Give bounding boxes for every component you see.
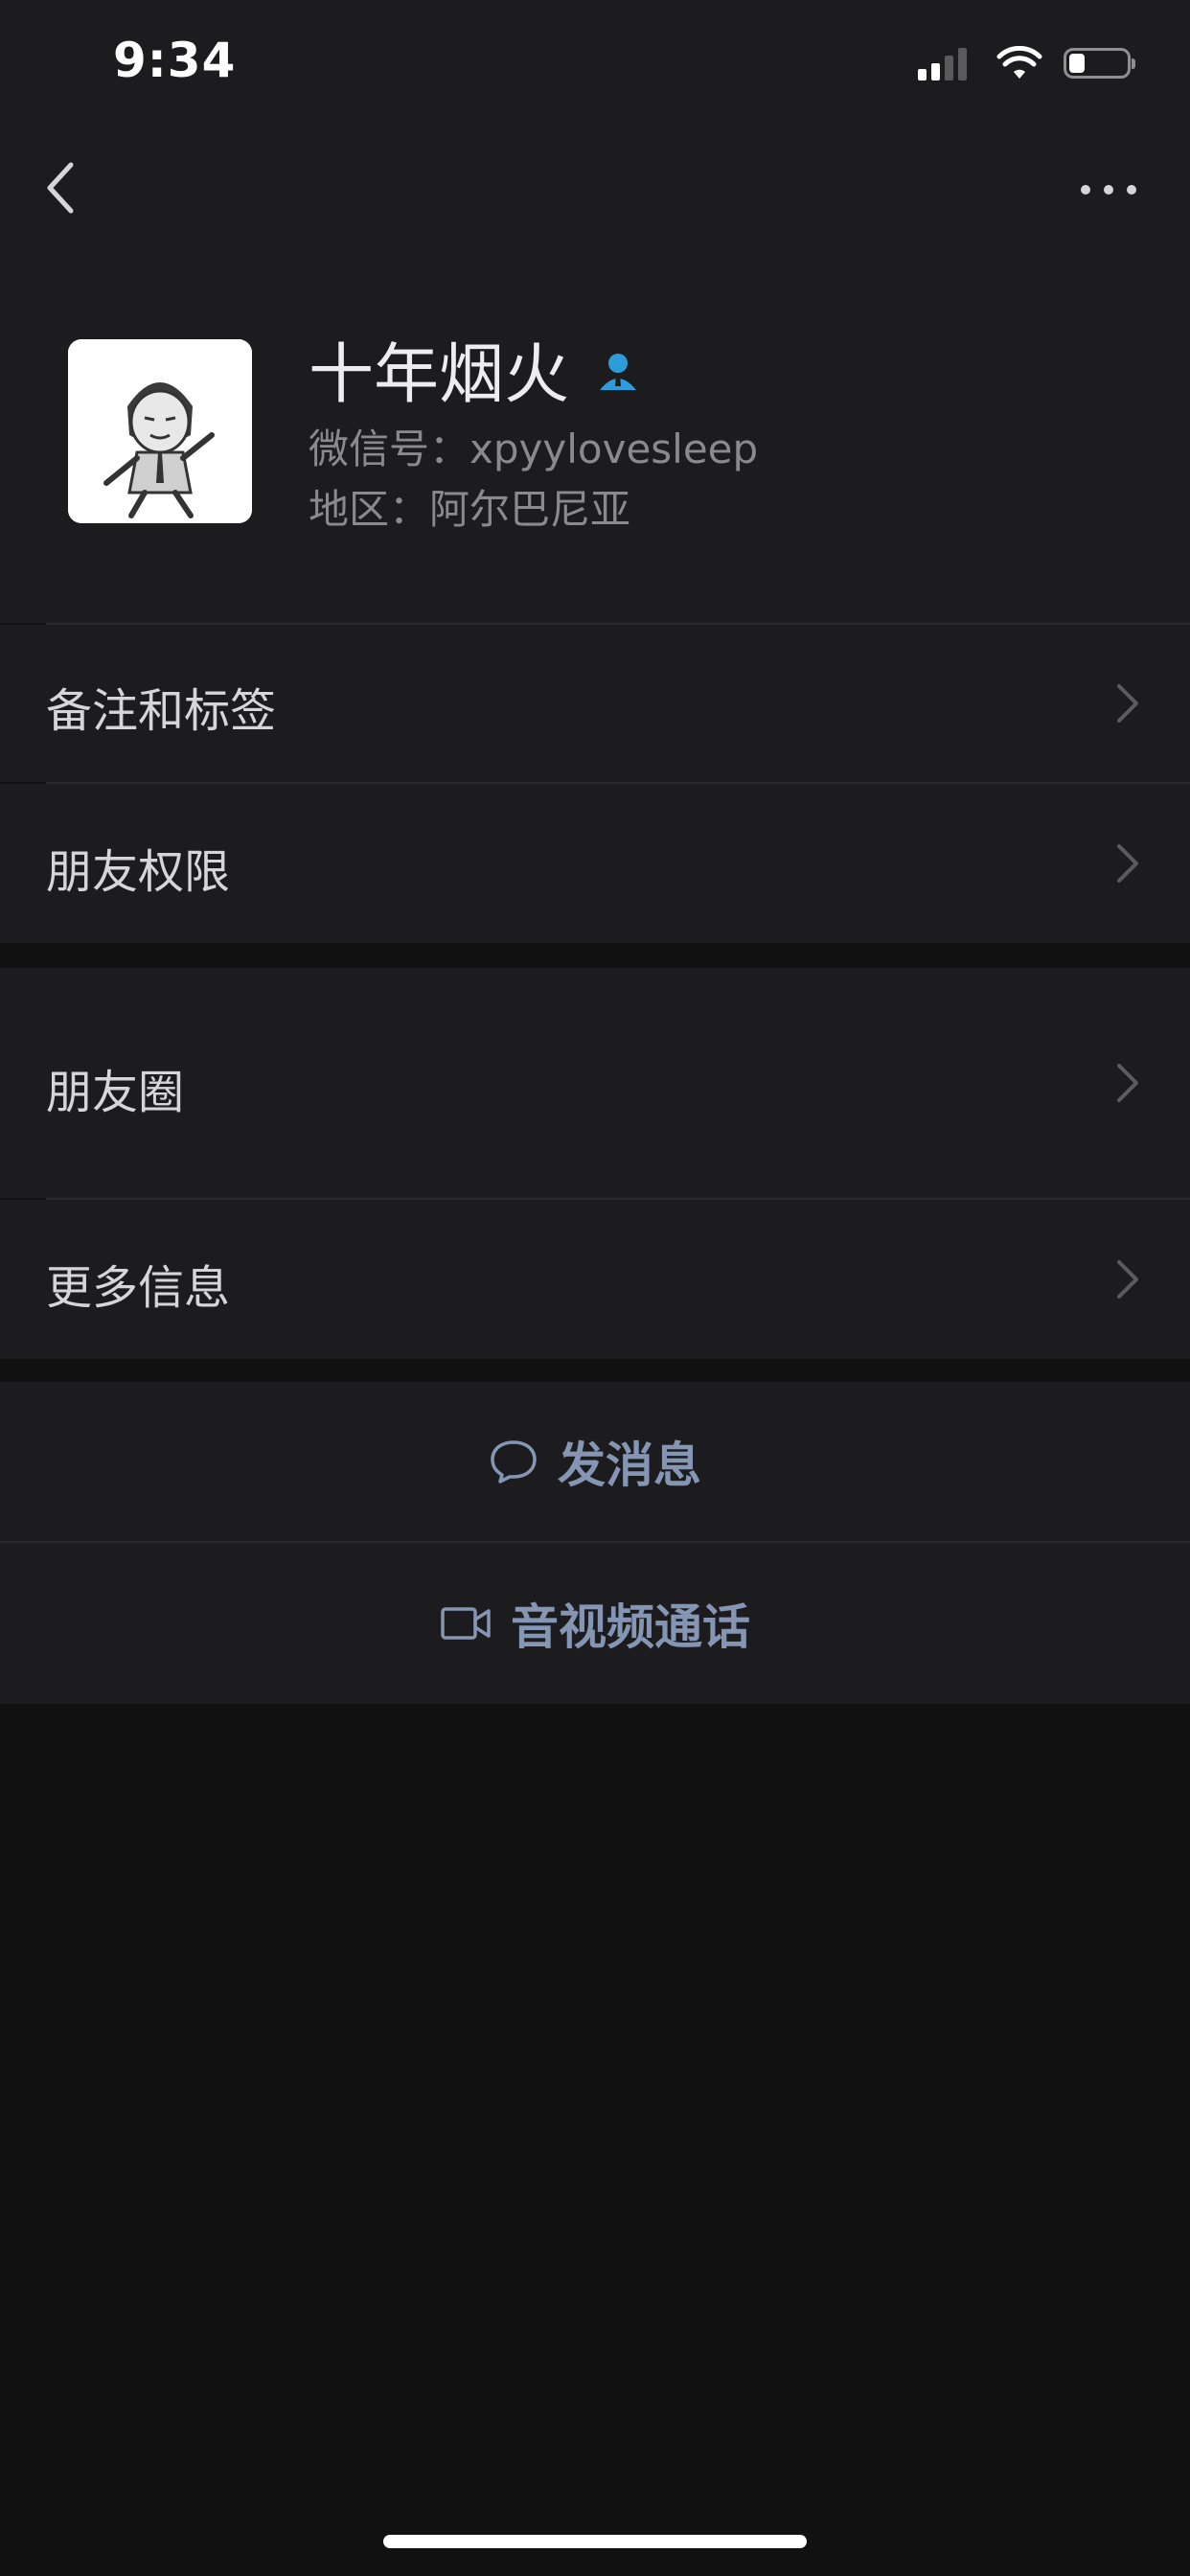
home-indicator[interactable]	[383, 2535, 807, 2548]
friend-permissions-label: 朋友权限	[46, 845, 231, 899]
wifi-icon	[996, 46, 1042, 79]
person-icon	[600, 353, 637, 390]
moments-label: 朋友圈	[46, 1066, 185, 1119]
video-call-button[interactable]: 音视频通话	[0, 1543, 1190, 1704]
cellular-signal-icon	[918, 46, 972, 80]
ellipsis-icon[interactable]	[1075, 171, 1142, 209]
battery-icon	[1064, 48, 1135, 79]
chevron-left-icon[interactable]	[38, 153, 86, 220]
video-call-label: 音视频通话	[511, 1599, 750, 1655]
contact-name-text: 十年烟火	[309, 337, 570, 413]
friend-permissions-item[interactable]: 朋友权限	[0, 784, 1190, 943]
status-time: 9:34	[113, 33, 237, 88]
avatar[interactable]	[68, 339, 252, 523]
chevron-right-icon	[1117, 1064, 1138, 1102]
remark-and-tags-item[interactable]: 备注和标签	[0, 625, 1190, 782]
send-message-label: 发消息	[558, 1438, 701, 1493]
contact-name: 十年烟火	[309, 321, 640, 416]
more-info-item[interactable]: 更多信息	[0, 1200, 1190, 1359]
wechat-id: 微信号：xpyylovesleep	[309, 426, 759, 472]
send-message-button[interactable]: 发消息	[0, 1382, 1190, 1541]
chevron-right-icon	[1117, 1260, 1138, 1299]
chat-bubble-icon	[491, 1440, 537, 1484]
chevron-right-icon	[1117, 684, 1138, 723]
status-icons	[918, 42, 1135, 84]
more-info-label: 更多信息	[46, 1261, 231, 1315]
remark-and-tags-label: 备注和标签	[46, 684, 277, 738]
moments-item[interactable]: 朋友圈	[0, 968, 1190, 1198]
video-camera-icon	[441, 1607, 491, 1640]
region: 地区：阿尔巴尼亚	[309, 486, 631, 533]
chevron-right-icon	[1117, 844, 1138, 883]
